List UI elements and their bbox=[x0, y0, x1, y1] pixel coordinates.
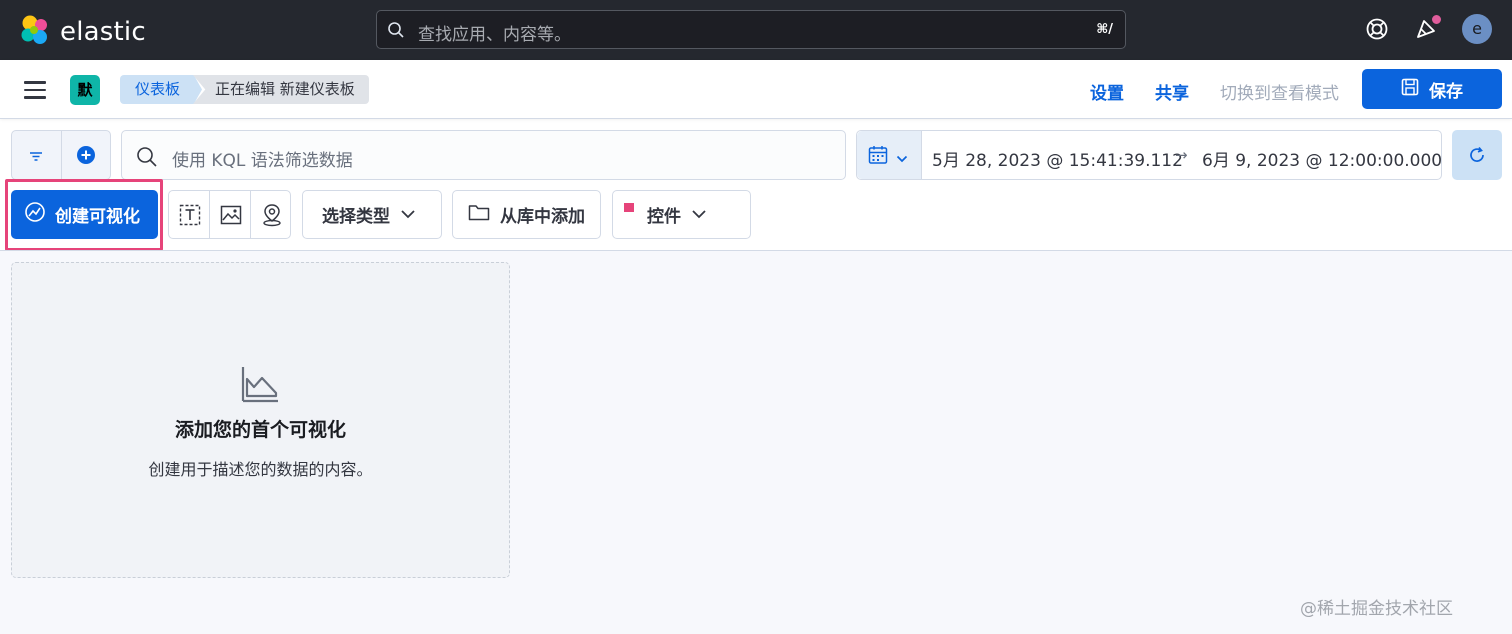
chevron-down-icon bbox=[691, 205, 707, 225]
space-badge[interactable]: 默 bbox=[70, 75, 100, 105]
menu-toggle-icon[interactable] bbox=[24, 81, 46, 99]
refresh-button[interactable] bbox=[1452, 130, 1502, 180]
save-icon bbox=[1401, 78, 1419, 101]
date-arrow-icon: → bbox=[1175, 146, 1188, 164]
breadcrumb-dashboards[interactable]: 仪表板 bbox=[120, 75, 202, 104]
settings-link[interactable]: 设置 bbox=[1090, 79, 1124, 104]
breadcrumb-current: 正在编辑 新建仪表板 bbox=[193, 75, 369, 104]
search-icon bbox=[387, 21, 405, 43]
kql-search-input[interactable]: 使用 KQL 语法筛选数据 bbox=[121, 130, 846, 180]
map-pin-icon bbox=[261, 203, 283, 231]
view-mode-link[interactable]: 切换到查看模式 bbox=[1220, 79, 1339, 104]
global-header: elastic 查找应用、内容等。 ⌘/ e bbox=[0, 0, 1512, 60]
watermark: @稀土掘金技术社区 bbox=[1300, 599, 1453, 619]
controls-icon bbox=[623, 202, 637, 227]
select-type-button[interactable]: 选择类型 bbox=[302, 190, 442, 239]
search-icon bbox=[136, 146, 158, 172]
date-start[interactable]: 5月 28, 2023 @ 15:41:39.112 bbox=[932, 146, 1183, 171]
user-avatar[interactable]: e bbox=[1462, 14, 1492, 44]
elastic-logo-icon bbox=[18, 13, 52, 51]
date-picker: 5月 28, 2023 @ 15:41:39.112 → 6月 9, 2023 … bbox=[856, 130, 1442, 180]
text-icon bbox=[179, 204, 201, 230]
create-visualization-label: 创建可视化 bbox=[55, 207, 140, 227]
filter-controls bbox=[11, 130, 111, 180]
global-search-input[interactable]: 查找应用、内容等。 ⌘/ bbox=[376, 10, 1126, 49]
quick-add-button-group bbox=[168, 190, 291, 239]
add-text-button[interactable] bbox=[169, 191, 210, 238]
search-placeholder: 查找应用、内容等。 bbox=[418, 25, 571, 45]
empty-state-title: 添加您的首个可视化 bbox=[174, 419, 346, 441]
elastic-logo[interactable]: elastic bbox=[18, 13, 146, 51]
add-from-library-label: 从库中添加 bbox=[500, 207, 585, 227]
create-visualization-button[interactable]: 创建可视化 bbox=[11, 190, 158, 239]
area-chart-icon bbox=[241, 365, 279, 407]
select-type-label: 选择类型 bbox=[322, 207, 390, 227]
help-icon[interactable] bbox=[1365, 17, 1389, 45]
add-from-library-button[interactable]: 从库中添加 bbox=[452, 190, 601, 239]
filter-icon[interactable] bbox=[28, 148, 44, 167]
brand-name: elastic bbox=[60, 17, 146, 47]
folder-icon bbox=[468, 203, 490, 226]
kql-placeholder: 使用 KQL 语法筛选数据 bbox=[172, 151, 353, 171]
empty-dashboard-panel: 添加您的首个可视化 创建用于描述您的数据的内容。 bbox=[11, 262, 510, 578]
controls-label: 控件 bbox=[647, 207, 681, 227]
add-filter-icon[interactable] bbox=[76, 145, 96, 169]
share-link[interactable]: 共享 bbox=[1155, 79, 1189, 104]
chevron-down-icon bbox=[896, 149, 908, 168]
visualize-icon bbox=[24, 201, 46, 228]
save-button[interactable]: 保存 bbox=[1362, 69, 1502, 109]
app-nav-bar: 默 仪表板 正在编辑 新建仪表板 设置 共享 切换到查看模式 保存 bbox=[0, 60, 1512, 119]
news-indicator-dot bbox=[1430, 13, 1443, 26]
empty-state-description: 创建用于描述您的数据的内容。 bbox=[148, 460, 373, 479]
calendar-icon bbox=[868, 145, 888, 169]
chevron-down-icon bbox=[400, 205, 416, 225]
search-shortcut: ⌘/ bbox=[1096, 22, 1113, 37]
add-map-button[interactable] bbox=[251, 191, 292, 238]
image-icon bbox=[220, 205, 242, 229]
refresh-icon bbox=[1470, 146, 1484, 162]
date-end[interactable]: 6月 9, 2023 @ 12:00:00.000 bbox=[1202, 146, 1442, 171]
save-label: 保存 bbox=[1429, 81, 1463, 102]
quick-select-button[interactable] bbox=[857, 131, 922, 179]
controls-button[interactable]: 控件 bbox=[612, 190, 751, 239]
add-image-button[interactable] bbox=[210, 191, 251, 238]
